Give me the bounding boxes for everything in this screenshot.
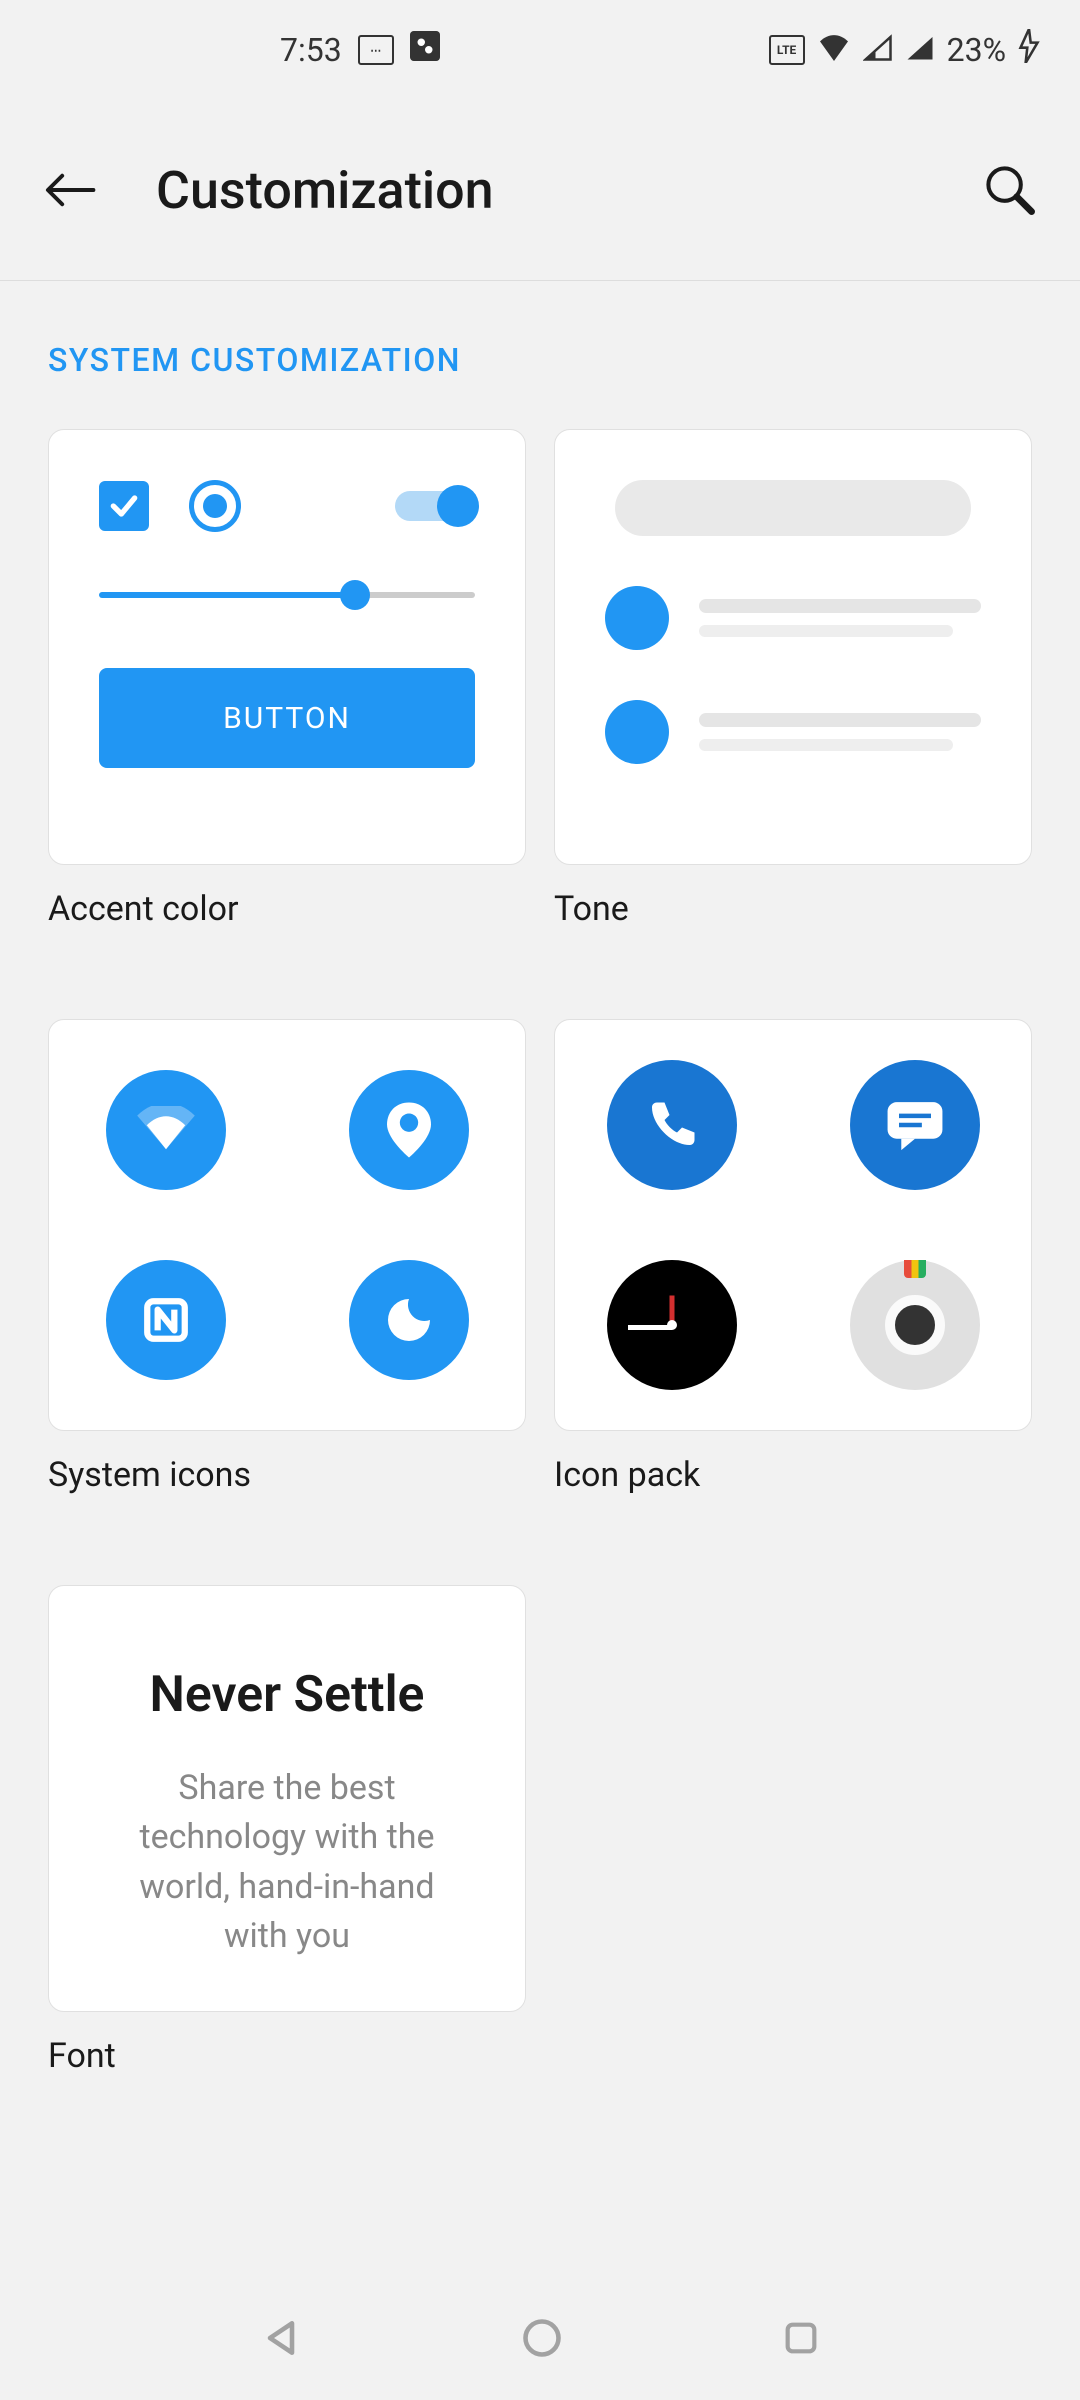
search-button[interactable] <box>980 160 1040 220</box>
cards-row-1: BUTTON Accent color Tone <box>48 429 1032 989</box>
messages-app-icon <box>850 1060 980 1190</box>
tone-dot-icon <box>605 700 669 764</box>
camera-app-icon <box>850 1260 980 1390</box>
charging-icon <box>1018 29 1040 71</box>
font-option[interactable]: Never Settle Share the best technology w… <box>48 1585 526 2136</box>
tone-preview-header <box>615 480 971 536</box>
cards-row-2: System icons <box>48 1019 1032 1555</box>
system-icons-option[interactable]: System icons <box>48 1019 526 1555</box>
status-right: LTE 23% <box>769 29 1040 71</box>
icon-pack-card <box>554 1019 1032 1431</box>
font-preview-desc: Share the best technology with the world… <box>99 1764 475 1961</box>
dnd-system-icon <box>349 1260 469 1380</box>
phone-app-icon <box>607 1060 737 1190</box>
app-notification-icon: ⋯ <box>358 35 394 65</box>
page-title: Customization <box>156 160 924 221</box>
accent-color-label: Accent color <box>48 889 526 929</box>
radio-icon <box>189 480 241 532</box>
section-title: SYSTEM CUSTOMIZATION <box>48 341 1032 379</box>
icon-pack-label: Icon pack <box>554 1455 1032 1495</box>
tone-option[interactable]: Tone <box>554 429 1032 989</box>
status-time: 7:53 <box>280 31 342 69</box>
battery-percent: 23% <box>947 31 1006 69</box>
accent-color-card: BUTTON <box>48 429 526 865</box>
checkbox-icon <box>99 481 149 531</box>
accent-preview-controls <box>99 480 475 532</box>
signal-icon-2 <box>905 31 935 69</box>
font-preview-title: Never Settle <box>99 1666 475 1724</box>
volte-icon: LTE <box>769 35 805 65</box>
slider-icon <box>99 592 475 598</box>
tone-dot-icon <box>605 586 669 650</box>
system-icons-label: System icons <box>48 1455 526 1495</box>
font-label: Font <box>48 2036 526 2076</box>
status-left: 7:53 ⋯ <box>280 31 440 69</box>
system-icons-card <box>48 1019 526 1431</box>
wifi-system-icon <box>106 1070 226 1190</box>
system-icons-grid <box>89 1060 485 1390</box>
preview-button: BUTTON <box>99 668 475 768</box>
tone-label: Tone <box>554 889 1032 929</box>
clock-app-icon <box>607 1260 737 1390</box>
tone-preview-item-2 <box>605 700 981 764</box>
empty-slot <box>554 1585 1032 2136</box>
icon-pack-grid <box>595 1060 991 1390</box>
navigation-bar <box>0 2280 1080 2400</box>
cards-row-3: Never Settle Share the best technology w… <box>48 1585 1032 2136</box>
nfc-system-icon <box>106 1260 226 1380</box>
accent-color-option[interactable]: BUTTON Accent color <box>48 429 526 989</box>
location-system-icon <box>349 1070 469 1190</box>
content-area: SYSTEM CUSTOMIZATION BUTTON Accent color <box>0 281 1080 2136</box>
status-bar: 7:53 ⋯ LTE 23% <box>0 0 1080 100</box>
font-card: Never Settle Share the best technology w… <box>48 1585 526 2012</box>
nav-recents-button[interactable] <box>781 2318 821 2362</box>
nav-back-button[interactable] <box>259 2316 303 2364</box>
icon-pack-option[interactable]: Icon pack <box>554 1019 1032 1555</box>
notification-icon <box>410 31 440 69</box>
toggle-icon <box>395 491 475 521</box>
tone-card <box>554 429 1032 865</box>
back-button[interactable] <box>40 160 100 220</box>
signal-icon-1 <box>863 31 893 69</box>
nav-home-button[interactable] <box>520 2316 564 2364</box>
wifi-icon <box>817 31 851 69</box>
tone-preview-item-1 <box>605 586 981 650</box>
header: Customization <box>0 100 1080 280</box>
